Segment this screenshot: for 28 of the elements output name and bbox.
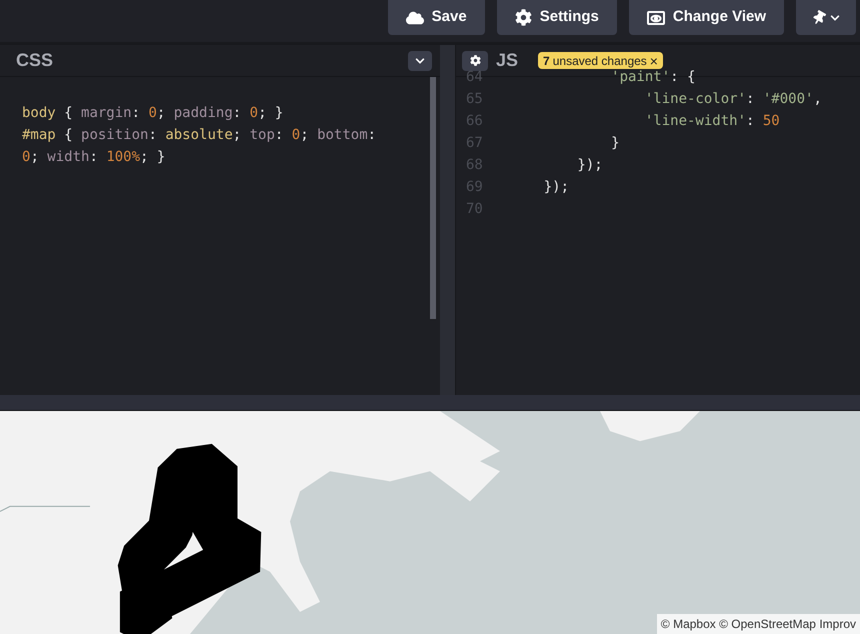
code-line: }); (576, 156, 603, 175)
panel-menu-button[interactable] (408, 50, 432, 70)
eye-icon (646, 10, 665, 26)
code-line: #map { position: absolute; top: 0; bottom: (22, 126, 378, 145)
cloud-icon (406, 10, 424, 26)
line-number: 64 (466, 68, 484, 87)
unsaved-changes-badge[interactable]: 7 unsaved changes × (538, 52, 663, 69)
pin-menu-button[interactable] (796, 0, 856, 35)
toolbar-button[interactable]: Settings (496, 0, 617, 35)
code-line: 0; width: 100%; } (22, 148, 166, 167)
chevron-down-icon (415, 56, 425, 66)
settings-icon (514, 9, 532, 26)
code-line: body { margin: 0; padding: 0; } (22, 104, 284, 123)
panel-title: CSS (16, 49, 54, 72)
settings-button[interactable] (462, 50, 488, 70)
code-line: }); (542, 178, 570, 197)
code-line: 'line-color': '#000', (644, 90, 822, 109)
map-attribution: © Mapbox © OpenStreetMap Improv (656, 614, 860, 634)
code-line: 'paint': { (610, 68, 696, 87)
splitter-handle[interactable] (440, 45, 456, 395)
code-line: } (610, 134, 620, 153)
settings-icon (470, 55, 480, 66)
toolbar-button[interactable]: Save (388, 0, 485, 35)
scrollbar[interactable] (430, 77, 436, 319)
chevron-down-icon (830, 12, 840, 22)
panel-title: JS (496, 49, 518, 72)
code-line: 'line-width': 50 (644, 112, 780, 131)
toolbar-button[interactable]: Change View (628, 0, 784, 35)
